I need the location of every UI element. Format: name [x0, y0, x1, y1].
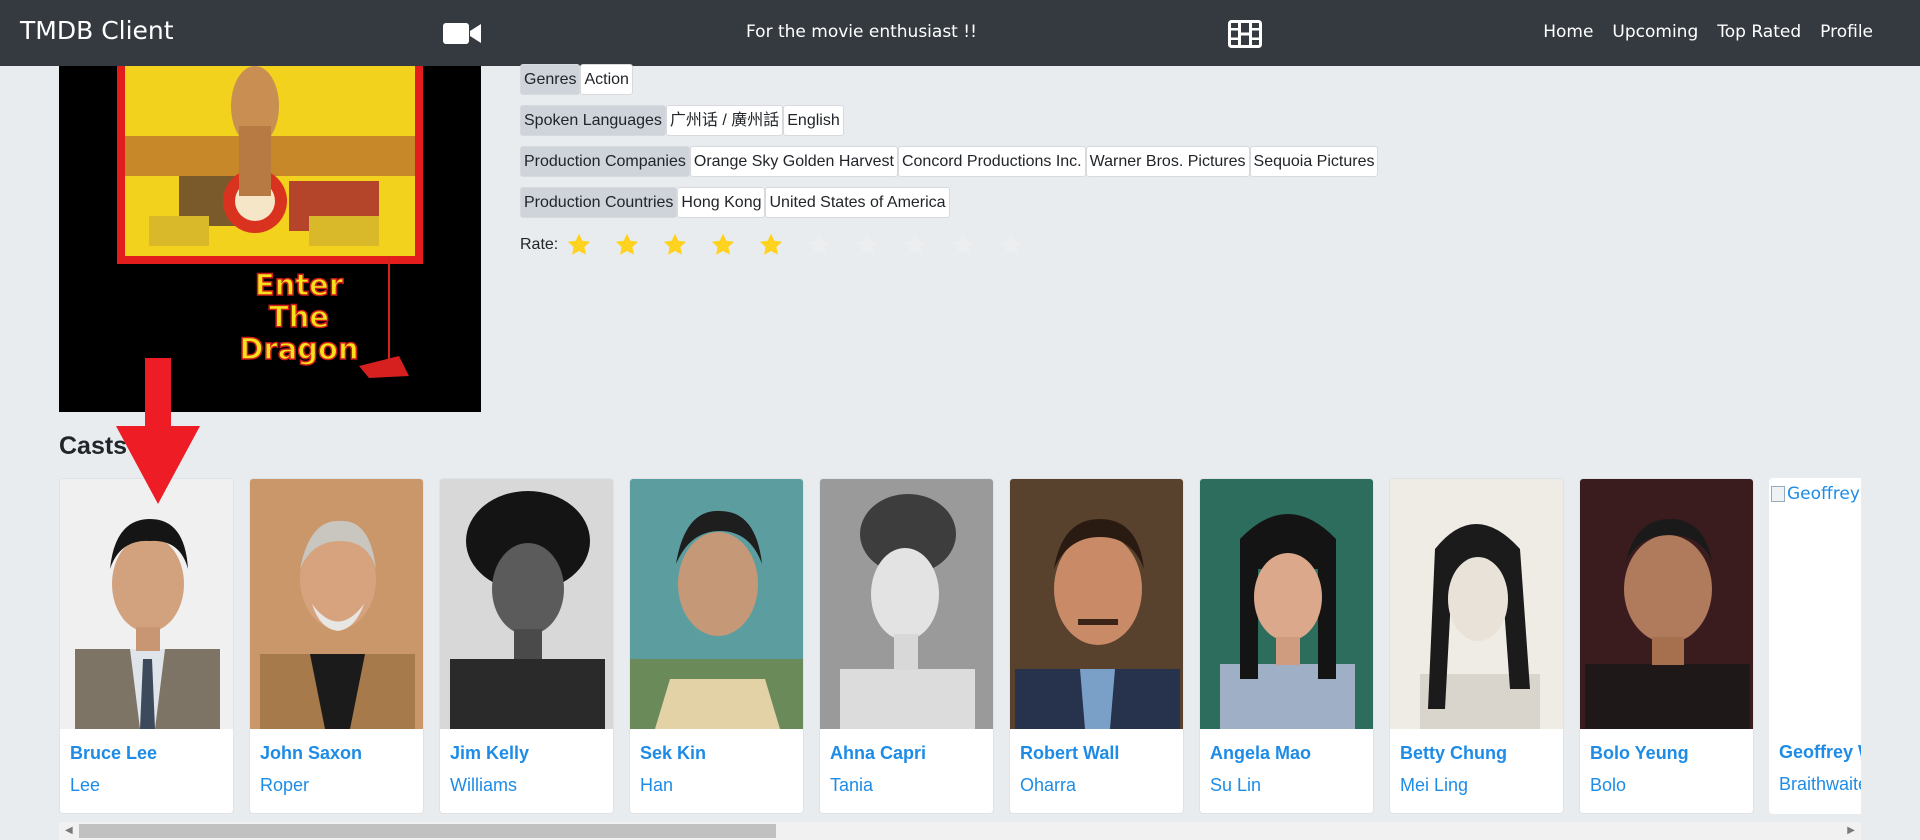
- cast-card[interactable]: John Saxon Roper: [249, 478, 424, 814]
- nav-links: Home Upcoming Top Rated Profile: [1543, 22, 1873, 42]
- scroll-thumb[interactable]: [79, 824, 776, 838]
- cast-photo[interactable]: [820, 479, 994, 729]
- cast-name[interactable]: Sek Kin: [640, 743, 706, 764]
- cast-character[interactable]: Tania: [830, 775, 873, 796]
- poster-title-line: Enter: [254, 268, 344, 302]
- company-chip: Sequoia Pictures: [1249, 146, 1379, 177]
- cast-photo[interactable]: [250, 479, 424, 729]
- cast-scrollbar[interactable]: ◀ ▶: [59, 822, 1861, 840]
- nav-link-home[interactable]: Home: [1543, 22, 1593, 42]
- star-empty-icon[interactable]: [848, 229, 886, 261]
- production-companies-row: Production Companies Orange Sky Golden H…: [520, 146, 1379, 177]
- cast-card[interactable]: Robert Wall Oharra: [1009, 478, 1184, 814]
- brand-title[interactable]: TMDB Client: [20, 16, 174, 45]
- star-rating: [560, 229, 1040, 261]
- cast-name[interactable]: Betty Chung: [1400, 743, 1507, 764]
- cast-name[interactable]: Bolo Yeung: [1590, 743, 1689, 764]
- cast-photo[interactable]: [1010, 479, 1184, 729]
- poster-title: Enter The Dragon: [209, 268, 389, 366]
- cast-name[interactable]: Geoffrey Weeks: [1779, 742, 1861, 763]
- navbar: TMDB Client For the movie enthusiast !! …: [0, 0, 1920, 66]
- cast-card[interactable]: Sek Kin Han: [629, 478, 804, 814]
- cast-photo[interactable]: [440, 479, 614, 729]
- cast-card[interactable]: Geoffrey Weeks Geoffrey Weeks Braithwait…: [1769, 478, 1861, 814]
- cast-character[interactable]: Han: [640, 775, 673, 796]
- cast-photo[interactable]: [60, 479, 234, 729]
- spoken-languages-row: Spoken Languages 广州话 / 廣州話 English: [520, 105, 1378, 136]
- star-empty-icon[interactable]: [896, 229, 934, 261]
- rate-label: Rate:: [520, 236, 559, 253]
- poster-title-line: Dragon: [239, 332, 360, 366]
- poster-title-line: The: [268, 300, 330, 334]
- cast-character[interactable]: Williams: [450, 775, 517, 796]
- cast-character[interactable]: Su Lin: [1210, 775, 1261, 796]
- film-icon: [1228, 20, 1262, 48]
- cast-character[interactable]: Braithwaite: [1779, 774, 1861, 795]
- production-countries-label: Production Countries: [520, 187, 678, 218]
- cast-character[interactable]: Roper: [260, 775, 309, 796]
- cast-character[interactable]: Bolo: [1590, 775, 1626, 796]
- tagline: For the movie enthusiast !!: [746, 22, 977, 42]
- cast-photo[interactable]: [1390, 479, 1564, 729]
- star-filled-icon[interactable]: [704, 229, 742, 261]
- cast-card[interactable]: Ahna Capri Tania: [819, 478, 994, 814]
- cast-photo[interactable]: [1580, 479, 1754, 729]
- cast-card[interactable]: Bolo Yeung Bolo: [1579, 478, 1754, 814]
- country-chip: United States of America: [765, 187, 950, 218]
- star-empty-icon[interactable]: [800, 229, 838, 261]
- genre-chip: Action: [580, 64, 633, 95]
- production-countries-row: Production Countries Hong Kong United St…: [520, 187, 1378, 218]
- cast-card[interactable]: Jim Kelly Williams: [439, 478, 614, 814]
- broken-image-alt: Geoffrey Weeks: [1787, 484, 1861, 504]
- language-chip: English: [783, 105, 844, 136]
- nav-link-upcoming[interactable]: Upcoming: [1612, 22, 1698, 42]
- genres-label: Genres: [520, 64, 581, 95]
- scroll-right-arrow-icon[interactable]: ▶: [1847, 825, 1855, 836]
- nav-link-top-rated[interactable]: Top Rated: [1717, 22, 1801, 42]
- cast-card[interactable]: Betty Chung Mei Ling: [1389, 478, 1564, 814]
- cast-name[interactable]: Jim Kelly: [450, 743, 529, 764]
- spoken-languages-label: Spoken Languages: [520, 105, 666, 136]
- cast-card[interactable]: Angela Mao Su Lin: [1199, 478, 1374, 814]
- genres-row: Genres Action: [520, 64, 1378, 95]
- broken-image[interactable]: Geoffrey Weeks: [1771, 484, 1861, 504]
- star-empty-icon[interactable]: [944, 229, 982, 261]
- company-chip: Warner Bros. Pictures: [1085, 146, 1250, 177]
- cast-name[interactable]: Robert Wall: [1020, 743, 1119, 764]
- cast-photo[interactable]: [1200, 479, 1374, 729]
- cast-character[interactable]: Mei Ling: [1400, 775, 1468, 796]
- cast-character[interactable]: Lee: [70, 775, 100, 796]
- cast-name[interactable]: Ahna Capri: [830, 743, 926, 764]
- star-filled-icon[interactable]: [560, 229, 598, 261]
- star-filled-icon[interactable]: [752, 229, 790, 261]
- star-empty-icon[interactable]: [992, 229, 1030, 261]
- rating-row: Rate:: [520, 228, 1378, 262]
- star-filled-icon[interactable]: [656, 229, 694, 261]
- country-chip: Hong Kong: [677, 187, 766, 218]
- cast-name[interactable]: Angela Mao: [1210, 743, 1311, 764]
- broken-image-icon: [1771, 486, 1785, 502]
- video-camera-icon: [443, 23, 481, 44]
- language-chip: 广州话 / 廣州話: [665, 105, 784, 136]
- star-filled-icon[interactable]: [608, 229, 646, 261]
- cast-name[interactable]: Bruce Lee: [70, 743, 157, 764]
- production-companies-label: Production Companies: [520, 146, 690, 177]
- cast-name[interactable]: John Saxon: [260, 743, 362, 764]
- cast-card[interactable]: Bruce Lee Lee: [59, 478, 234, 814]
- annotation-arrow-icon: [116, 358, 200, 504]
- company-chip: Concord Productions Inc.: [897, 146, 1086, 177]
- cast-character[interactable]: Oharra: [1020, 775, 1076, 796]
- nav-link-profile[interactable]: Profile: [1820, 22, 1873, 42]
- scroll-left-arrow-icon[interactable]: ◀: [65, 825, 73, 836]
- company-chip: Orange Sky Golden Harvest: [689, 146, 898, 177]
- movie-details: Genres Action Spoken Languages 广州话 / 廣州話…: [520, 64, 1379, 262]
- cast-photo[interactable]: [630, 479, 804, 729]
- cast-list[interactable]: Bruce Lee Lee John Saxon Roper Jim Kelly…: [59, 478, 1861, 814]
